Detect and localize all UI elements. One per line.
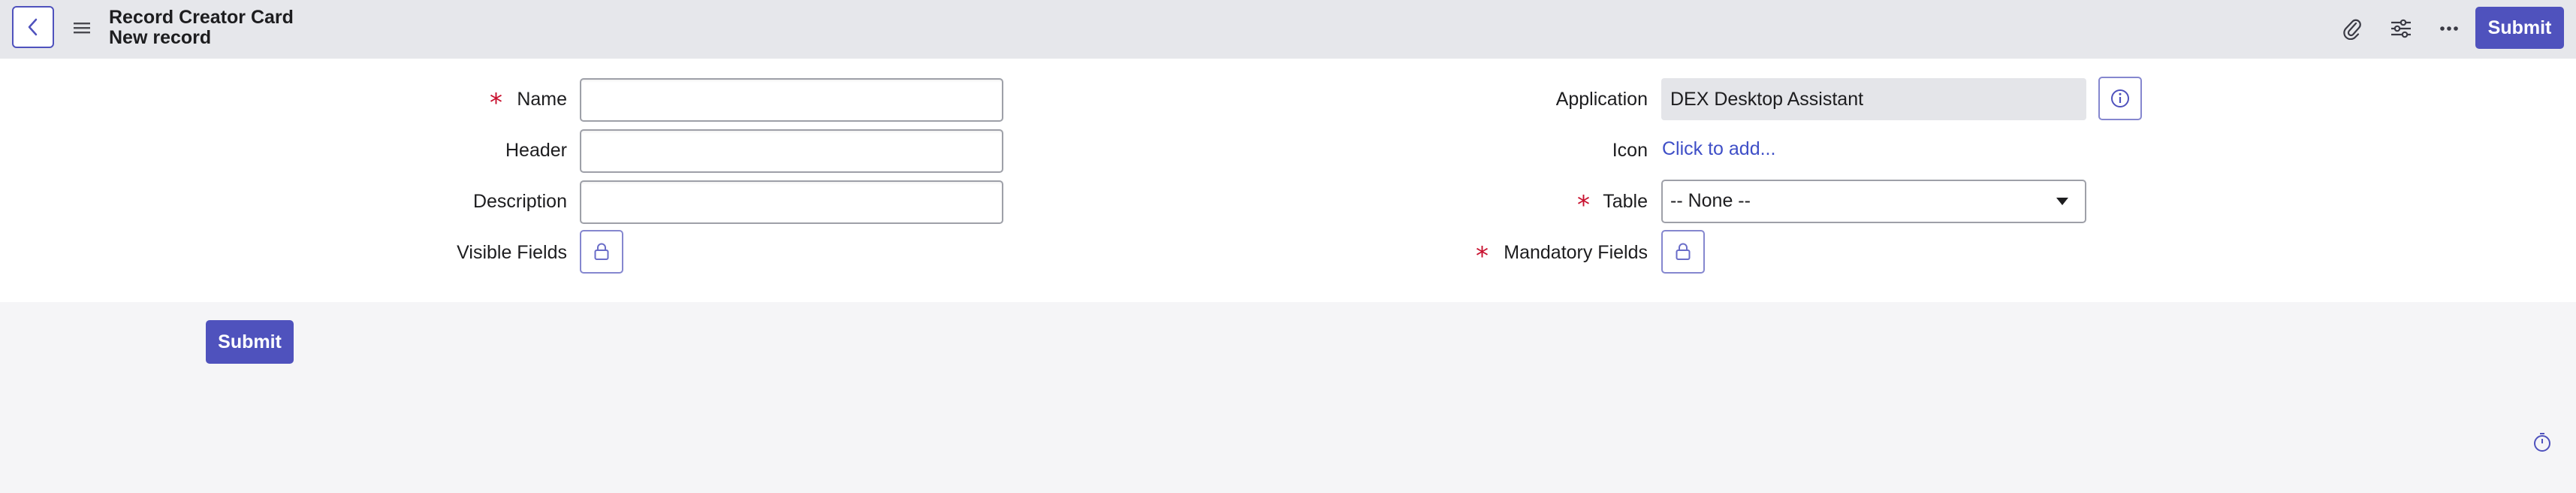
back-button[interactable] [12, 6, 54, 48]
page-title-block: Record Creator Card New record [109, 8, 294, 48]
lock-icon [1676, 243, 1691, 260]
table-label: Table [1603, 191, 1648, 212]
description-input[interactable] [580, 180, 1003, 224]
description-label: Description [472, 191, 567, 212]
required-marker: * [1476, 241, 1489, 271]
name-input[interactable] [580, 78, 1003, 122]
more-icon [2440, 26, 2458, 31]
name-label: Name [517, 89, 567, 110]
icon-label: Icon [1612, 140, 1648, 161]
lock-icon [594, 243, 609, 260]
timer-icon[interactable] [2531, 431, 2553, 454]
mandatory-fields-lock-button[interactable] [1661, 230, 1705, 274]
header-submit-button[interactable]: Submit [2475, 7, 2564, 49]
header-label: Header [505, 140, 567, 161]
required-marker: * [490, 88, 502, 118]
application-label: Application [1555, 89, 1648, 110]
visible-fields-lock-button[interactable] [580, 230, 623, 274]
application-field: DEX Desktop Assistant [1661, 78, 2086, 120]
form-panel: * Name Header Description Visible Fields… [0, 59, 2576, 302]
icon-add-link[interactable]: Click to add... [1662, 138, 1775, 160]
application-info-button[interactable] [2098, 77, 2142, 120]
more-options-button[interactable] [2434, 14, 2464, 44]
bottom-submit-button[interactable]: Submit [206, 320, 294, 364]
sliders-icon [2391, 19, 2411, 38]
paperclip-icon [2343, 19, 2361, 40]
form-header: Record Creator Card New record Submit [0, 0, 2576, 59]
caret-down-icon [2056, 198, 2068, 205]
chevron-left-icon [28, 18, 38, 36]
attachment-button[interactable] [2337, 14, 2367, 44]
menu-button[interactable] [71, 17, 93, 39]
mandatory-fields-label: Mandatory Fields [1504, 242, 1648, 263]
visible-fields-label: Visible Fields [457, 242, 567, 263]
required-marker: * [1577, 190, 1590, 220]
table-select[interactable]: -- None -- [1661, 180, 2086, 223]
info-icon [2111, 89, 2129, 107]
page-title: Record Creator Card [109, 7, 294, 28]
personalize-button[interactable] [2386, 14, 2416, 44]
page-subtitle: New record [109, 27, 212, 48]
header-input[interactable] [580, 129, 1003, 173]
table-select-value: -- None -- [1670, 190, 1751, 211]
hamburger-icon [74, 23, 90, 34]
